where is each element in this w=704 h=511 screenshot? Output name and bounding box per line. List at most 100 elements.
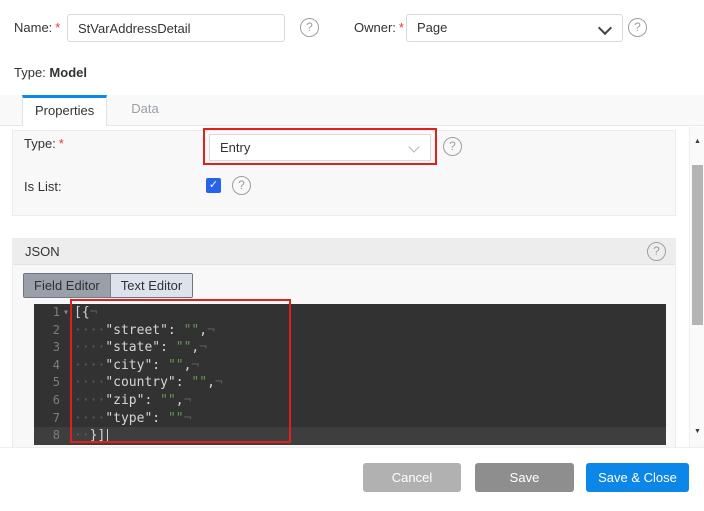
code-line-7[interactable]: 7 ····"type": ""¬ <box>34 410 666 428</box>
chevron-down-icon <box>408 141 419 152</box>
code-segment: "" <box>176 340 192 355</box>
editor-mode-toggle: Field EditorText Editor <box>23 273 193 298</box>
code-text: [{¬ <box>72 304 97 322</box>
line-number: 5 <box>34 374 60 392</box>
code-segment: ···· <box>74 340 105 355</box>
code-segment: "" <box>168 411 184 426</box>
variable-type-line: Type: Model <box>14 65 87 81</box>
code-text: ····"street": "",¬ <box>72 322 215 340</box>
fold-spacer <box>60 392 72 410</box>
code-segment: [{ <box>74 305 90 320</box>
code-line-3[interactable]: 3····"state": "",¬ <box>34 339 666 357</box>
code-text: ····"country": "",¬ <box>72 374 223 392</box>
name-input[interactable] <box>67 14 285 42</box>
tab-properties[interactable]: Properties <box>22 95 107 126</box>
code-text: ····"zip": "",¬ <box>72 392 191 410</box>
fold-spacer <box>60 427 72 445</box>
json-section-header: JSON ? <box>13 239 675 265</box>
code-segment: ···· <box>74 375 105 390</box>
code-line-8[interactable]: 8 ··}] <box>34 427 666 445</box>
code-segment: ·· <box>74 428 90 443</box>
fold-spacer <box>60 357 72 375</box>
code-segment: "" <box>184 323 200 338</box>
tab-data[interactable]: Data <box>107 95 182 126</box>
required-asterisk: * <box>399 20 404 35</box>
line-number: 7 <box>34 410 60 428</box>
code-line-6[interactable]: 6 ····"zip": "",¬ <box>34 392 666 410</box>
line-number: 8 <box>34 427 60 445</box>
code-segment: ¬ <box>207 323 215 338</box>
code-text: ····"state": "",¬ <box>72 339 207 357</box>
json-section: JSON ? Field EditorText Editor 1▾[{¬2···… <box>12 238 676 447</box>
line-number: 6 <box>34 392 60 410</box>
fold-spacer <box>60 339 72 357</box>
field-editor-button[interactable]: Field Editor <box>24 274 111 297</box>
save-button[interactable]: Save <box>475 463 574 492</box>
tab-bar: PropertiesData <box>0 95 704 126</box>
code-segment: , <box>199 323 207 338</box>
fold-spacer <box>60 410 72 428</box>
owner-label: Owner:* <box>354 14 404 42</box>
code-line-1[interactable]: 1▾[{¬ <box>34 304 666 322</box>
owner-select-value: Page <box>417 20 447 35</box>
chevron-down-icon <box>598 21 612 35</box>
code-line-2[interactable]: 2 ····"street": "",¬ <box>34 322 666 340</box>
code-segment: ···· <box>74 411 105 426</box>
code-segment: ¬ <box>90 305 98 320</box>
property-type-dropdown[interactable]: Entry <box>209 134 431 161</box>
code-segment: ···· <box>74 358 105 373</box>
property-type-value: Entry <box>220 140 250 155</box>
help-icon-owner[interactable]: ? <box>628 18 647 37</box>
help-icon-is-list[interactable]: ? <box>232 176 251 195</box>
code-segment: ¬ <box>199 340 207 355</box>
type-value: Model <box>49 65 87 80</box>
code-segment: "" <box>168 358 184 373</box>
code-segment: , <box>207 375 215 390</box>
code-segment: "street": <box>105 323 183 338</box>
cancel-button[interactable]: Cancel <box>363 463 461 492</box>
owner-select[interactable]: Page <box>406 14 623 42</box>
code-segment: "type": <box>105 411 168 426</box>
help-icon-property-type[interactable]: ? <box>443 137 462 156</box>
fold-spacer <box>60 374 72 392</box>
help-icon-json[interactable]: ? <box>647 242 666 261</box>
fold-caret-icon[interactable]: ▾ <box>60 304 72 322</box>
code-editor[interactable]: 1▾[{¬2····"street": "",¬3····"state": ""… <box>34 304 666 445</box>
code-text: ··}] <box>72 427 108 445</box>
code-segment: "city": <box>105 358 168 373</box>
help-icon-name[interactable]: ? <box>300 18 319 37</box>
code-text: ····"city": "",¬ <box>72 357 199 375</box>
code-text: ····"type": ""¬ <box>72 410 191 428</box>
is-list-label: Is List: <box>24 179 62 195</box>
code-segment: "country": <box>105 375 191 390</box>
scroll-down-icon[interactable]: ▼ <box>690 425 704 439</box>
code-segment: "zip": <box>105 393 160 408</box>
code-segment: ¬ <box>184 393 192 408</box>
name-label: Name:* <box>14 14 60 42</box>
fold-spacer <box>60 322 72 340</box>
code-segment: ···· <box>74 323 105 338</box>
scroll-up-icon[interactable]: ▲ <box>690 135 704 149</box>
property-type-label: Type:* <box>24 136 64 152</box>
vertical-scrollbar[interactable]: ▲ ▼ <box>689 127 704 447</box>
tab-content: Type:* Entry ? Is List: ✓ ? JSON ? Field… <box>0 127 704 447</box>
code-segment: , <box>176 393 184 408</box>
is-list-checkbox[interactable]: ✓ <box>206 178 221 193</box>
line-number: 1 <box>34 304 60 322</box>
code-segment: ¬ <box>191 358 199 373</box>
code-segment: "" <box>191 375 207 390</box>
code-line-5[interactable]: 5 ····"country": "",¬ <box>34 374 666 392</box>
json-section-title: JSON <box>25 239 60 264</box>
scrollbar-thumb[interactable] <box>692 165 703 325</box>
code-segment: ···· <box>74 393 105 408</box>
save-close-button[interactable]: Save & Close <box>586 463 689 492</box>
code-segment: ¬ <box>215 375 223 390</box>
footer: Cancel Save Save & Close <box>0 447 704 511</box>
variable-editor-dialog: Name:* ? Owner:* Page ? Type: Model Prop… <box>0 0 704 511</box>
text-cursor <box>107 429 108 442</box>
code-line-4[interactable]: 4····"city": "",¬ <box>34 357 666 375</box>
text-editor-button[interactable]: Text Editor <box>111 274 192 297</box>
code-segment: ¬ <box>184 411 192 426</box>
required-asterisk: * <box>55 20 60 35</box>
line-number: 2 <box>34 322 60 340</box>
